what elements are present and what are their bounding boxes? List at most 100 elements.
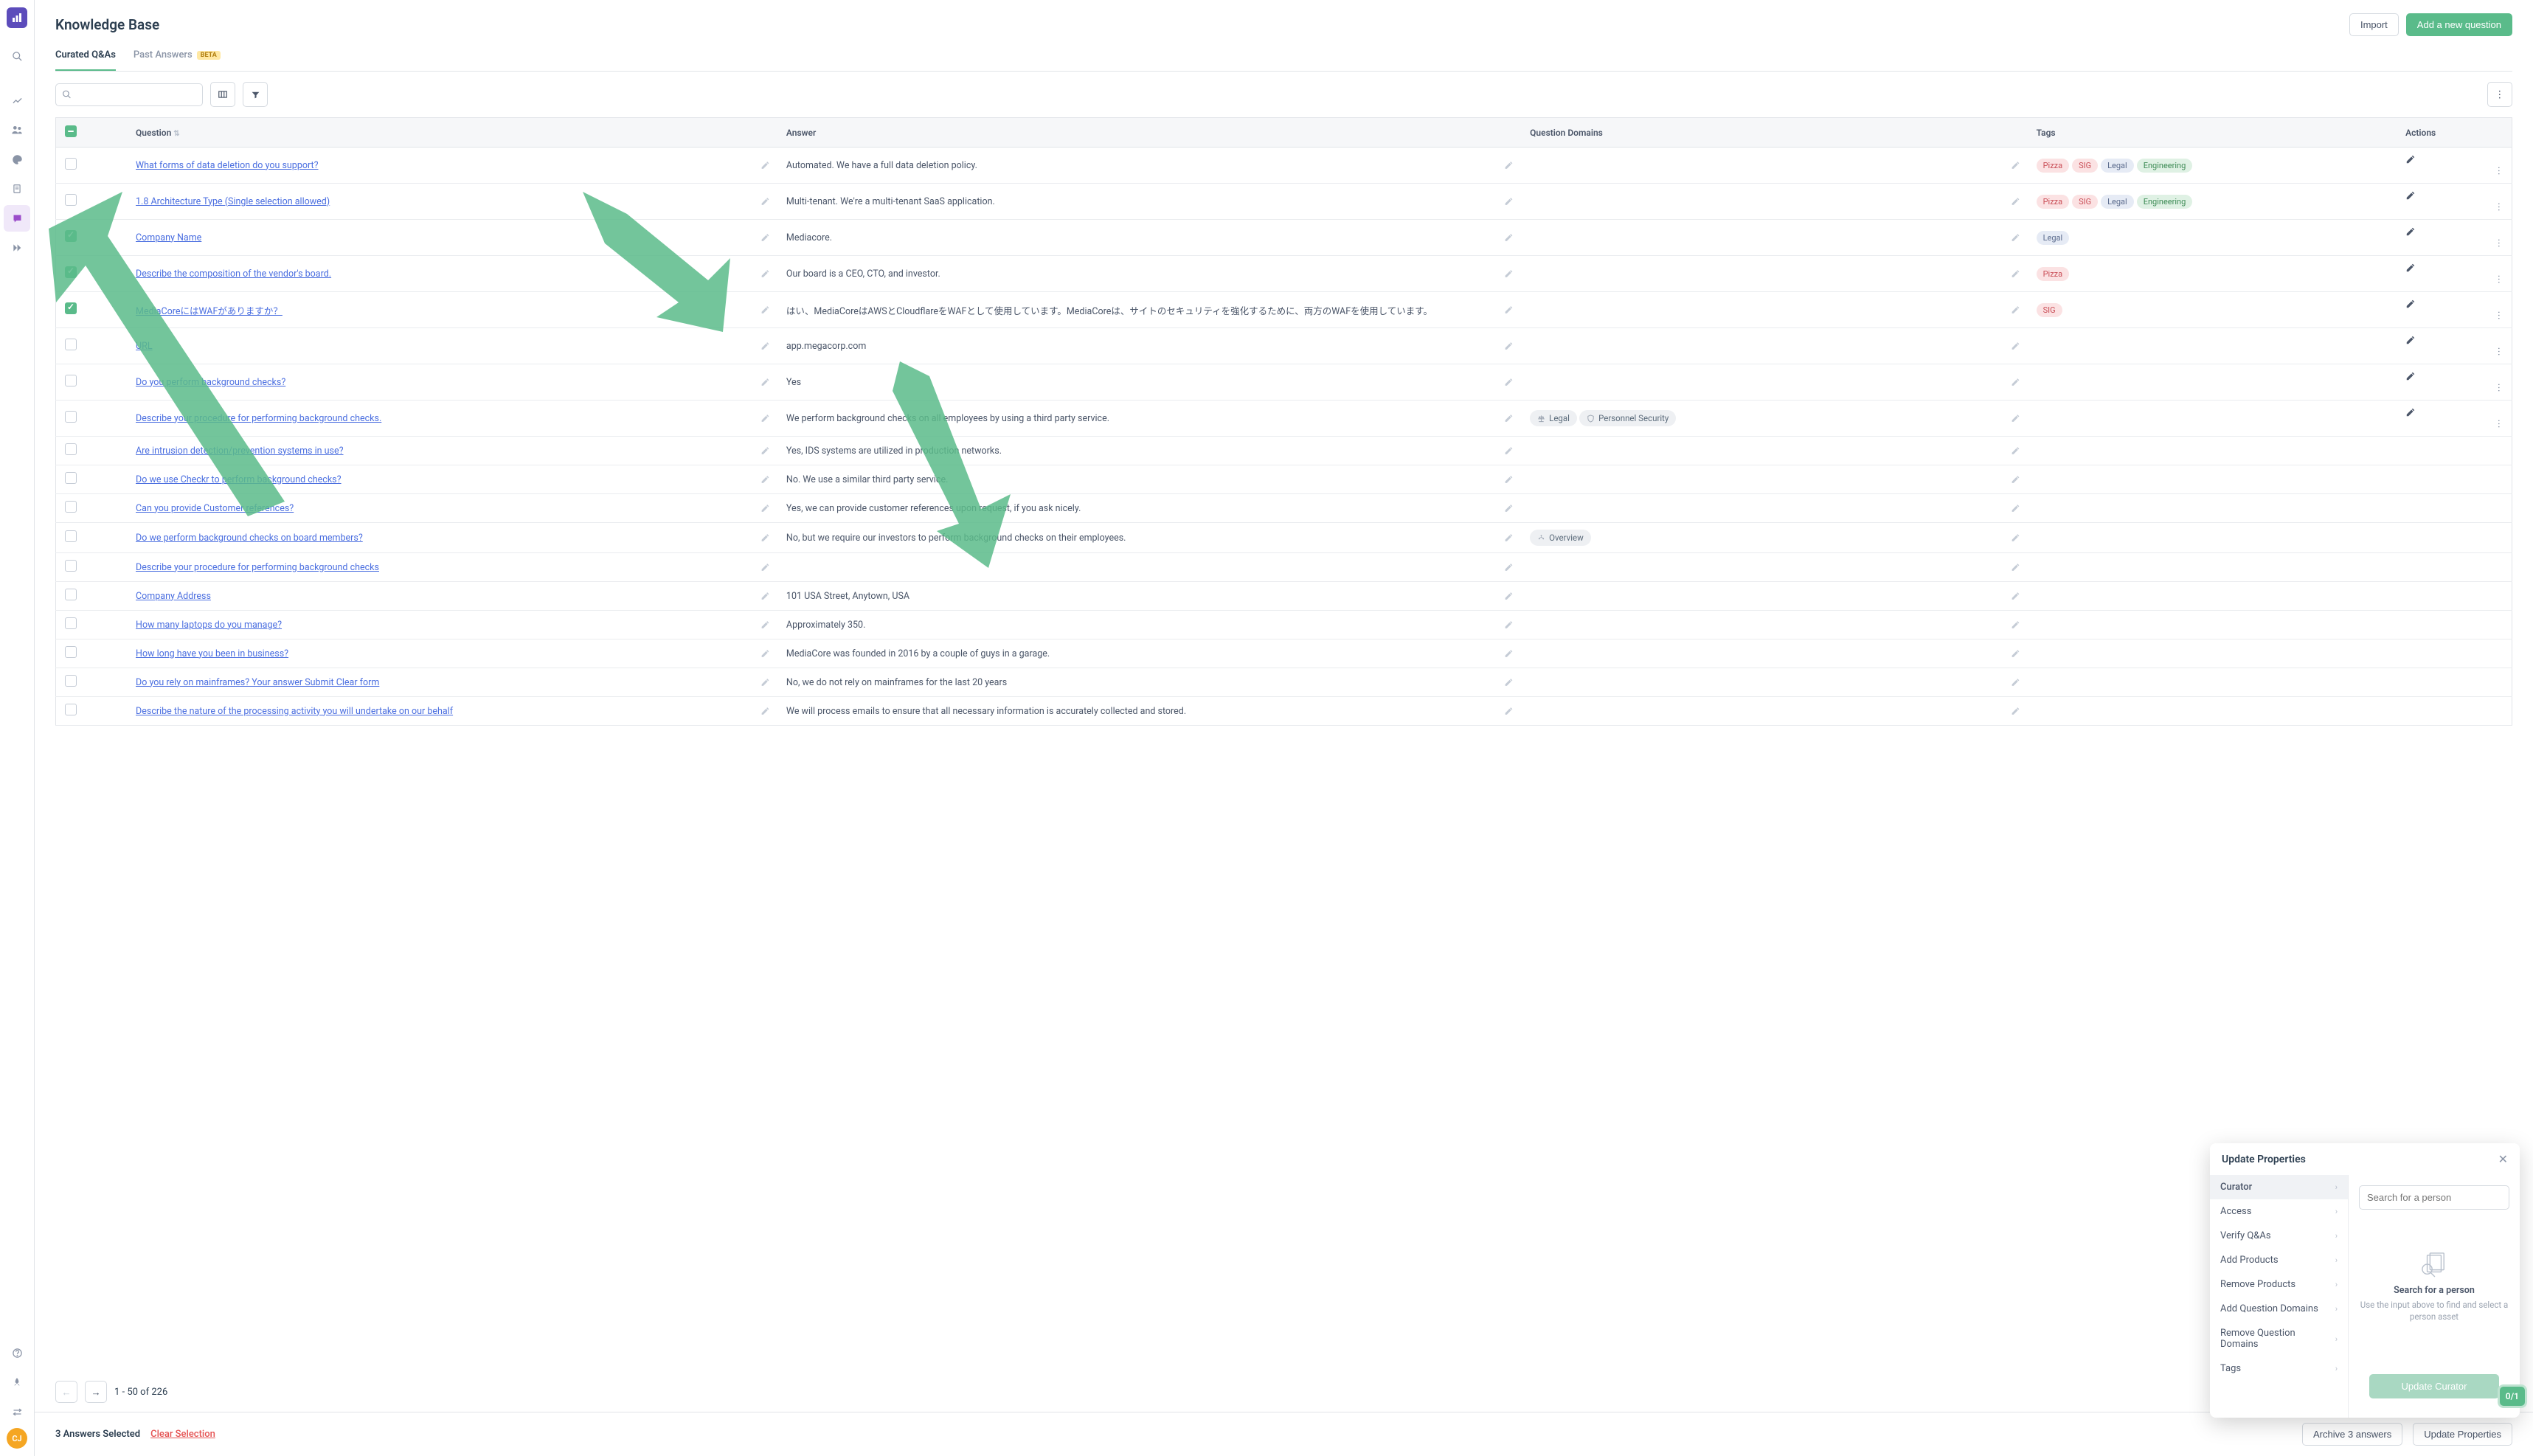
popover-menu-access[interactable]: Access› xyxy=(2210,1199,2348,1224)
question-link[interactable]: Company Address xyxy=(136,591,211,602)
tag-pill[interactable]: Pizza xyxy=(2037,195,2070,209)
person-search-input[interactable] xyxy=(2359,1185,2509,1210)
edit-row-icon[interactable] xyxy=(2405,226,2503,237)
edit-answer-icon[interactable] xyxy=(1504,563,1514,572)
row-menu-icon[interactable]: ⋯ xyxy=(2492,274,2504,283)
nav-analytics-icon[interactable] xyxy=(4,87,30,114)
row-menu-icon[interactable]: ⋯ xyxy=(2492,311,2504,319)
row-checkbox[interactable] xyxy=(65,646,77,658)
edit-answer-icon[interactable] xyxy=(1504,533,1514,543)
edit-question-icon[interactable] xyxy=(760,475,770,485)
edit-question-icon[interactable] xyxy=(760,342,770,351)
tab-past-answers[interactable]: Past AnswersBETA xyxy=(134,49,221,71)
nav-help-icon[interactable] xyxy=(4,1339,30,1366)
edit-row-icon[interactable] xyxy=(2405,299,2503,309)
edit-domain-icon[interactable] xyxy=(2011,161,2020,170)
question-link[interactable]: What forms of data deletion do you suppo… xyxy=(136,160,318,171)
edit-domain-icon[interactable] xyxy=(2011,707,2020,716)
edit-domain-icon[interactable] xyxy=(2011,305,2020,315)
row-checkbox[interactable] xyxy=(65,589,77,600)
app-logo[interactable] xyxy=(7,7,27,28)
row-menu-icon[interactable]: ⋯ xyxy=(2492,238,2504,247)
popover-menu-verify-q-as[interactable]: Verify Q&As› xyxy=(2210,1224,2348,1248)
row-checkbox[interactable] xyxy=(65,704,77,715)
edit-row-icon[interactable] xyxy=(2405,335,2503,345)
edit-answer-icon[interactable] xyxy=(1504,678,1514,687)
edit-domain-icon[interactable] xyxy=(2011,563,2020,572)
edit-domain-icon[interactable] xyxy=(2011,342,2020,351)
edit-question-icon[interactable] xyxy=(760,233,770,243)
edit-domain-icon[interactable] xyxy=(2011,378,2020,387)
row-menu-icon[interactable]: ⋯ xyxy=(2492,347,2504,356)
sort-icon[interactable]: ⇅ xyxy=(173,130,179,138)
question-link[interactable]: Describe the nature of the processing ac… xyxy=(136,706,453,717)
edit-domain-icon[interactable] xyxy=(2011,592,2020,601)
edit-answer-icon[interactable] xyxy=(1504,620,1514,630)
edit-row-icon[interactable] xyxy=(2405,407,2503,417)
edit-domain-icon[interactable] xyxy=(2011,269,2020,279)
row-menu-icon[interactable]: ⋯ xyxy=(2492,166,2504,175)
edit-question-icon[interactable] xyxy=(760,446,770,456)
tag-pill[interactable]: SIG xyxy=(2072,159,2098,173)
question-link[interactable]: Do you rely on mainframes? Your answer S… xyxy=(136,677,379,688)
row-checkbox[interactable] xyxy=(65,675,77,687)
clear-selection-link[interactable]: Clear Selection xyxy=(150,1429,215,1440)
popover-menu-curator[interactable]: Curator› xyxy=(2210,1175,2348,1199)
edit-domain-icon[interactable] xyxy=(2011,533,2020,543)
edit-answer-icon[interactable] xyxy=(1504,378,1514,387)
tab-curated-q-as[interactable]: Curated Q&As xyxy=(55,49,116,71)
edit-row-icon[interactable] xyxy=(2405,154,2503,164)
import-button[interactable]: Import xyxy=(2349,13,2399,36)
domain-pill[interactable]: Overview xyxy=(1530,530,1591,546)
edit-question-icon[interactable] xyxy=(760,563,770,572)
edit-domain-icon[interactable] xyxy=(2011,620,2020,630)
row-menu-icon[interactable]: ⋯ xyxy=(2492,419,2504,428)
tag-pill[interactable]: Pizza xyxy=(2037,267,2070,281)
edit-answer-icon[interactable] xyxy=(1504,197,1514,207)
popover-menu-tags[interactable]: Tags› xyxy=(2210,1356,2348,1381)
columns-button[interactable] xyxy=(210,82,235,107)
tag-pill[interactable]: SIG xyxy=(2037,303,2062,317)
edit-row-icon[interactable] xyxy=(2405,263,2503,273)
edit-domain-icon[interactable] xyxy=(2011,414,2020,423)
tag-pill[interactable]: Engineering xyxy=(2137,195,2193,209)
edit-answer-icon[interactable] xyxy=(1504,592,1514,601)
nav-search-icon[interactable] xyxy=(4,43,30,69)
row-menu-icon[interactable]: ⋯ xyxy=(2492,202,2504,211)
row-checkbox[interactable] xyxy=(65,560,77,572)
edit-answer-icon[interactable] xyxy=(1504,305,1514,315)
edit-answer-icon[interactable] xyxy=(1504,707,1514,716)
edit-question-icon[interactable] xyxy=(760,305,770,315)
question-link[interactable]: Do we perform background checks on board… xyxy=(136,533,363,544)
update-properties-button[interactable]: Update Properties xyxy=(2413,1423,2512,1446)
avatar[interactable]: CJ xyxy=(7,1428,27,1449)
popover-menu-add-products[interactable]: Add Products› xyxy=(2210,1248,2348,1272)
question-link[interactable]: Describe your procedure for performing b… xyxy=(136,562,379,573)
edit-answer-icon[interactable] xyxy=(1504,233,1514,243)
edit-question-icon[interactable] xyxy=(760,269,770,279)
search-input[interactable] xyxy=(55,83,203,106)
edit-question-icon[interactable] xyxy=(760,504,770,513)
edit-answer-icon[interactable] xyxy=(1504,161,1514,170)
domain-pill[interactable]: Legal xyxy=(1530,410,1577,426)
edit-question-icon[interactable] xyxy=(760,649,770,659)
popover-menu-remove-products[interactable]: Remove Products› xyxy=(2210,1272,2348,1297)
edit-answer-icon[interactable] xyxy=(1504,475,1514,485)
nav-palette-icon[interactable] xyxy=(4,146,30,173)
filter-button[interactable] xyxy=(243,82,268,107)
edit-domain-icon[interactable] xyxy=(2011,504,2020,513)
select-all-checkbox[interactable] xyxy=(65,125,77,137)
edit-question-icon[interactable] xyxy=(760,592,770,601)
tag-pill[interactable]: Legal xyxy=(2101,195,2134,209)
archive-button[interactable]: Archive 3 answers xyxy=(2302,1423,2402,1446)
edit-question-icon[interactable] xyxy=(760,707,770,716)
col-question[interactable]: Question xyxy=(136,128,171,138)
question-link[interactable]: How many laptops do you manage? xyxy=(136,620,282,631)
row-checkbox[interactable] xyxy=(65,530,77,542)
edit-answer-icon[interactable] xyxy=(1504,342,1514,351)
nav-settings-icon[interactable] xyxy=(4,1398,30,1425)
edit-domain-icon[interactable] xyxy=(2011,649,2020,659)
edit-domain-icon[interactable] xyxy=(2011,678,2020,687)
edit-question-icon[interactable] xyxy=(760,620,770,630)
edit-domain-icon[interactable] xyxy=(2011,475,2020,485)
